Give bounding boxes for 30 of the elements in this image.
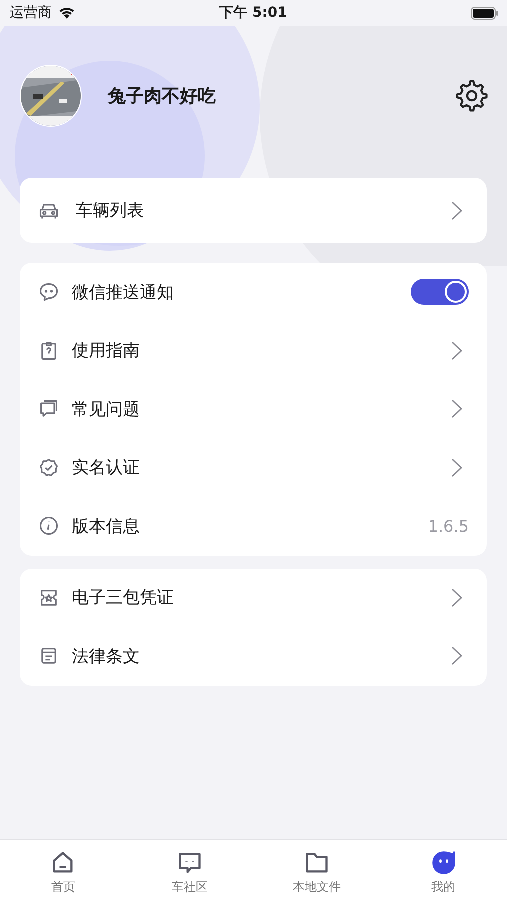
carrier-name: 运营商 [10, 4, 52, 22]
wifi-icon [58, 6, 76, 20]
chevron-icon[interactable] [451, 646, 463, 666]
menu-item-label[interactable]: 版本信息 [72, 514, 140, 538]
menu-item-label[interactable]: 电子三包凭证 [72, 586, 174, 610]
menu-item-label[interactable]: 实名认证 [72, 456, 140, 480]
settings-icon[interactable] [455, 79, 489, 113]
menu-item-label[interactable]: 常见问题 [72, 398, 140, 421]
profile-icon [430, 850, 457, 876]
menu-item-label[interactable]: 使用指南 [72, 339, 140, 362]
menu-item-label[interactable]: 车辆列表 [76, 199, 144, 222]
username: 兔子肉不好吃 [108, 85, 216, 108]
tab-item[interactable]: 首页 [0, 840, 127, 900]
chat-icon [38, 281, 60, 304]
chevron-icon[interactable] [451, 458, 463, 478]
verified-icon [38, 456, 60, 479]
tab-item[interactable]: 我的 [380, 840, 507, 900]
tab-item[interactable]: 车社区 [126, 840, 254, 900]
battery-icon [471, 6, 499, 20]
info-icon [38, 515, 60, 538]
chevron-icon[interactable] [451, 340, 463, 361]
tab-item[interactable]: 本地文件 [254, 840, 380, 900]
status-time: 下午 5:01 [220, 4, 288, 22]
chevron-icon[interactable] [451, 399, 463, 420]
chevron-icon[interactable] [451, 588, 463, 608]
menu-item-label[interactable]: 微信推送通知 [72, 280, 174, 304]
menu-item-label[interactable]: 法律条文 [72, 644, 140, 668]
toggle-switch[interactable] [411, 279, 469, 306]
chevron-icon[interactable] [451, 200, 463, 220]
version-number: 1.6.5 [428, 516, 469, 536]
